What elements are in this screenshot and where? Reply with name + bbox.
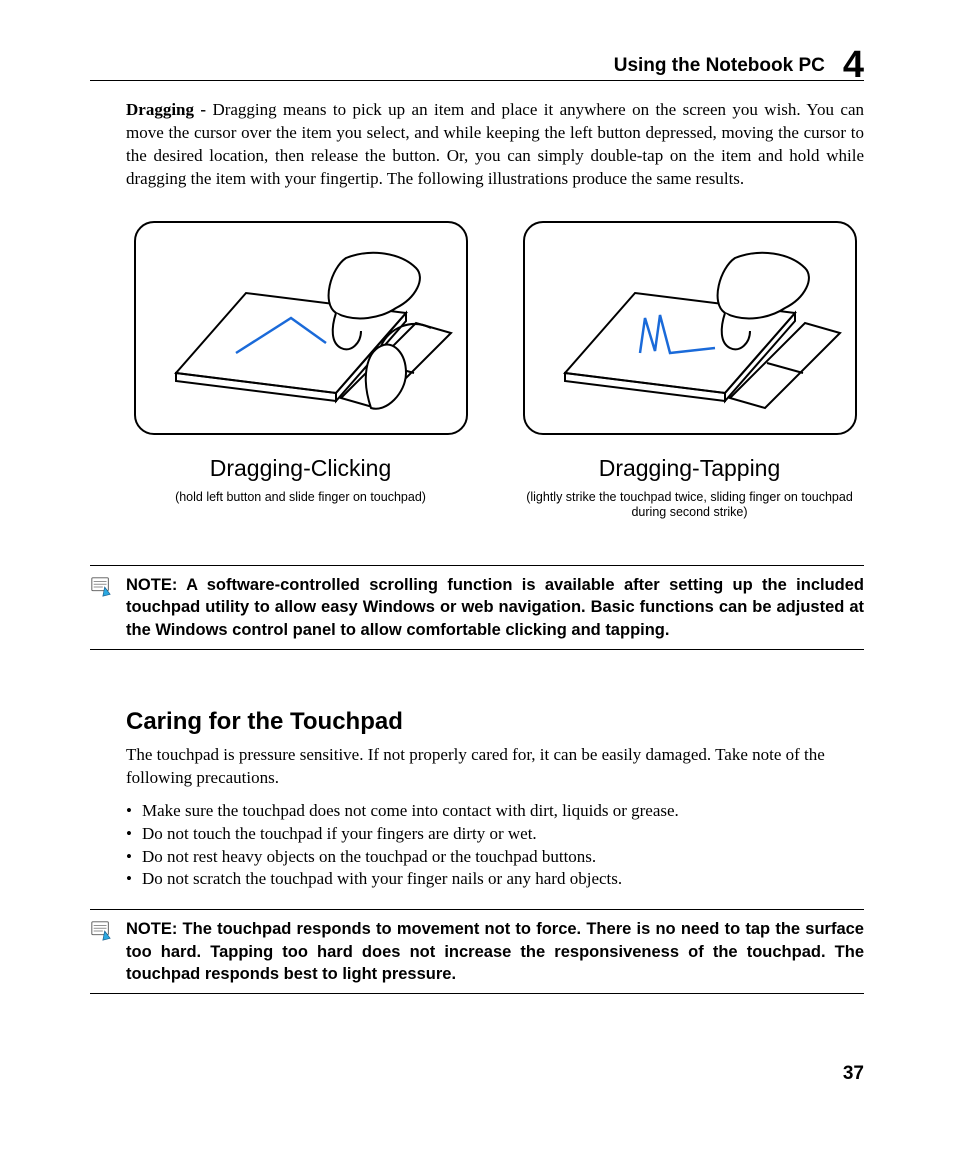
dragging-body: Dragging means to pick up an item and pl… — [126, 100, 864, 188]
figure-caption: (lightly strike the touchpad twice, slid… — [525, 490, 855, 521]
page-header: Using the Notebook PC 4 — [90, 40, 864, 81]
figure-dragging-tapping: Dragging-Tapping (lightly strike the tou… — [515, 221, 864, 521]
chapter-number: 4 — [843, 46, 864, 84]
section-title-caring: Caring for the Touchpad — [126, 708, 864, 736]
list-item: Do not scratch the touchpad with your fi… — [126, 868, 864, 891]
page-number: 37 — [843, 1063, 864, 1085]
note-text: NOTE: The touchpad responds to movement … — [126, 918, 864, 985]
list-item: Do not touch the touchpad if your finger… — [126, 823, 864, 846]
note-scrolling: NOTE: A software-controlled scrolling fu… — [90, 565, 864, 650]
note-text: NOTE: A software-controlled scrolling fu… — [126, 574, 864, 641]
header-title: Using the Notebook PC — [614, 55, 825, 77]
caring-intro: The touchpad is pressure sensitive. If n… — [126, 744, 864, 790]
touchpad-illustration-tap — [523, 221, 857, 435]
dragging-lead: Dragging - — [126, 100, 212, 119]
figure-title: Dragging-Clicking — [210, 455, 392, 482]
figure-caption: (hold left button and slide finger on to… — [175, 490, 426, 506]
list-item: Make sure the touchpad does not come int… — [126, 800, 864, 823]
caring-bullets: Make sure the touchpad does not come int… — [126, 800, 864, 892]
note-pressure: NOTE: The touchpad responds to movement … — [90, 909, 864, 994]
figures-row: Dragging-Clicking (hold left button and … — [90, 221, 864, 521]
touchpad-illustration-click — [134, 221, 468, 435]
figure-title: Dragging-Tapping — [599, 455, 781, 482]
list-item: Do not rest heavy objects on the touchpa… — [126, 846, 864, 869]
dragging-paragraph: Dragging - Dragging means to pick up an … — [90, 99, 864, 191]
figure-dragging-clicking: Dragging-Clicking (hold left button and … — [126, 221, 475, 521]
note-icon — [90, 920, 112, 942]
note-icon — [90, 576, 112, 598]
